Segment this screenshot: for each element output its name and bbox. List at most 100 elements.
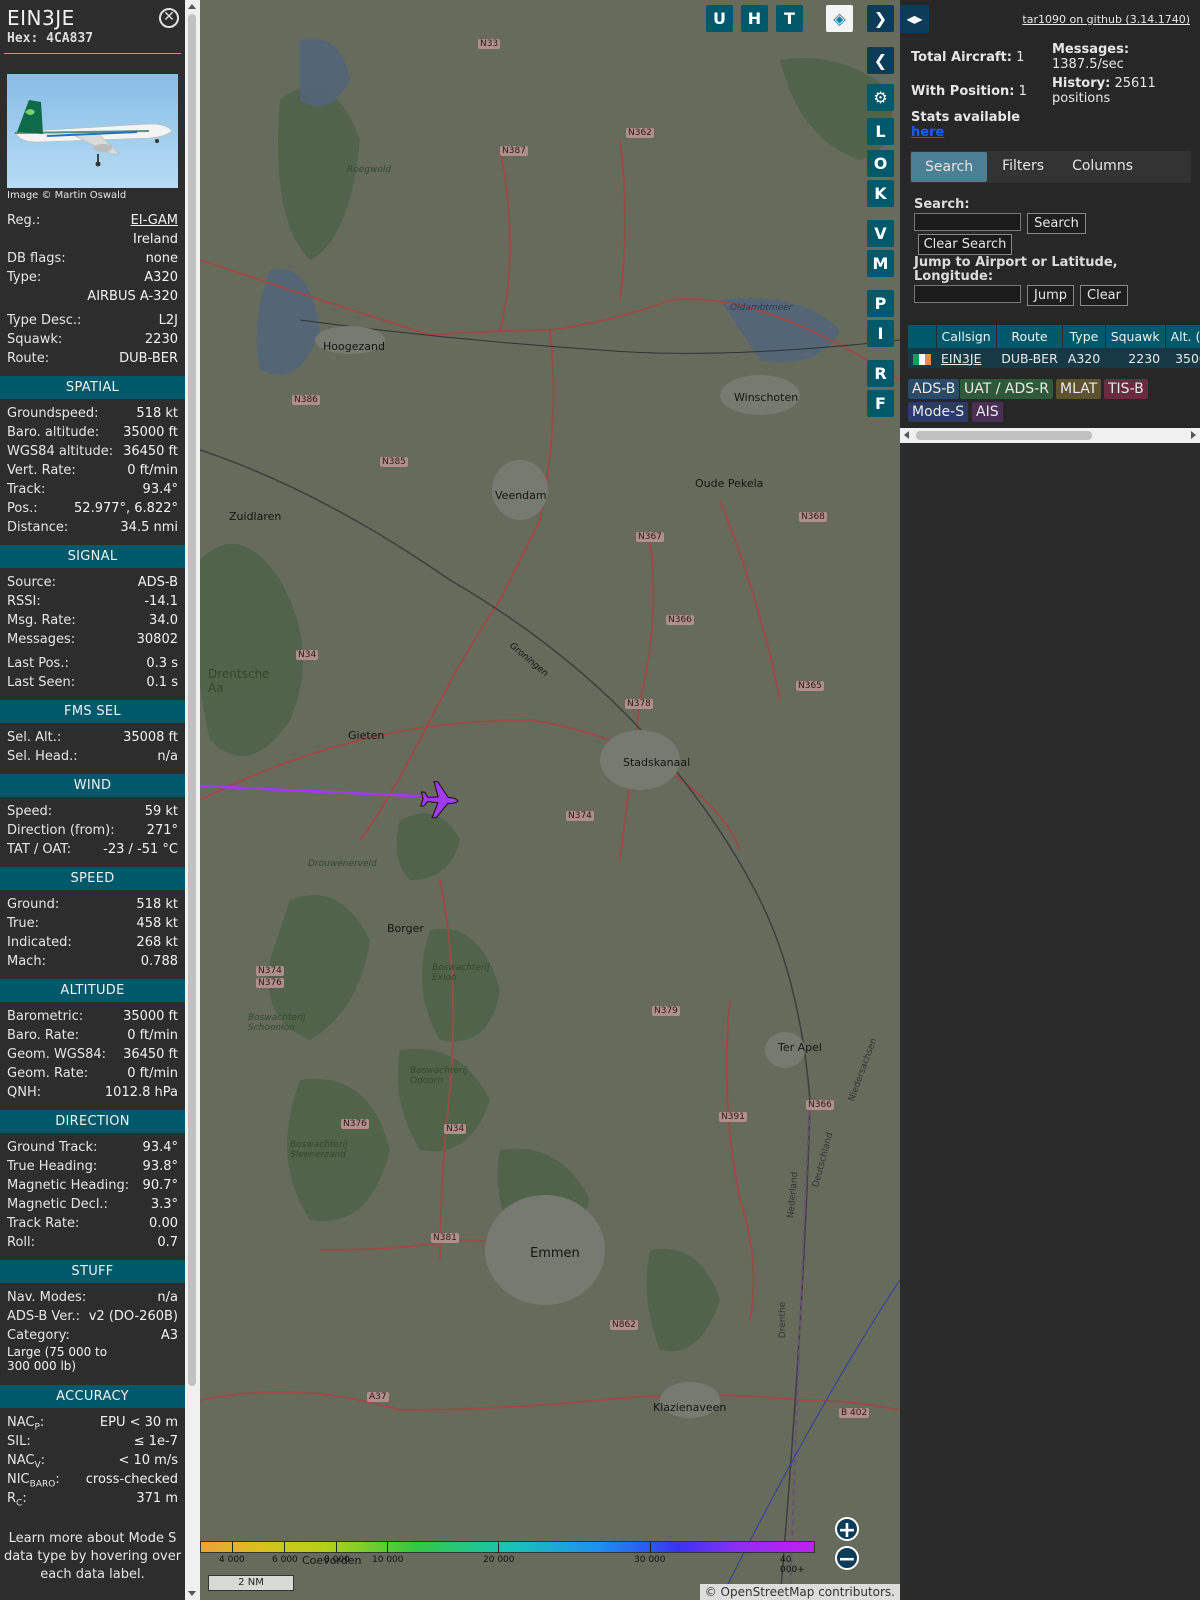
- search-input[interactable]: [914, 213, 1021, 231]
- hscroll-thumb[interactable]: [916, 431, 1092, 440]
- nacv-label[interactable]: NACV:: [7, 1451, 45, 1471]
- nacp-label[interactable]: NACP:: [7, 1413, 44, 1433]
- tab-search[interactable]: Search: [911, 152, 988, 182]
- fms-label[interactable]: Sel. Head.:: [7, 747, 78, 766]
- wind-label[interactable]: TAT / OAT:: [7, 840, 71, 859]
- section-spatial[interactable]: SPATIAL: [0, 376, 185, 399]
- search-button[interactable]: Search: [1027, 213, 1086, 234]
- direction-label[interactable]: Magnetic Decl.:: [7, 1195, 108, 1214]
- wind-label[interactable]: Direction (from):: [7, 821, 115, 840]
- rc-label[interactable]: RC:: [7, 1489, 27, 1509]
- spatial-label[interactable]: Vert. Rate:: [7, 461, 76, 480]
- stats-link[interactable]: here: [911, 125, 944, 140]
- row-callsign[interactable]: EIN3JE: [936, 348, 997, 368]
- signal-list: Source: ADS-B RSSI: -14.1 Msg. Rate: 34.0 Mess…: [0, 573, 185, 692]
- tab-filters[interactable]: Filters: [988, 151, 1058, 181]
- close-icon[interactable]: ✕: [159, 8, 179, 28]
- section-signal[interactable]: SIGNAL: [0, 545, 185, 568]
- map-button-v[interactable]: V: [867, 220, 894, 247]
- zoom-in-button[interactable]: +: [835, 1517, 859, 1542]
- direction-label[interactable]: True Heading:: [7, 1157, 97, 1176]
- jump-input[interactable]: [914, 285, 1021, 303]
- layers-icon[interactable]: ◈: [826, 5, 853, 32]
- aircraft-photo[interactable]: [7, 74, 178, 188]
- sil-label[interactable]: SIL:: [7, 1432, 31, 1451]
- map-button-u[interactable]: U: [706, 5, 733, 32]
- map-view[interactable]: Hoogezand Veendam Oude Pekela Zuidlaren …: [200, 0, 900, 1600]
- prev-aircraft-button[interactable]: ❮: [867, 47, 894, 74]
- signal-label[interactable]: Source:: [7, 573, 56, 592]
- direction-label[interactable]: Roll:: [7, 1233, 35, 1252]
- altitude-label[interactable]: Geom. WGS84:: [7, 1045, 106, 1064]
- wind-label[interactable]: Speed:: [7, 802, 52, 821]
- col-squawk[interactable]: Squawk: [1105, 325, 1166, 348]
- info-scrollbar[interactable]: [185, 0, 200, 1600]
- section-accuracy[interactable]: ACCURACY: [0, 1385, 185, 1408]
- direction-label[interactable]: Ground Track:: [7, 1138, 97, 1157]
- map-button-l[interactable]: L: [867, 118, 894, 145]
- zoom-out-button[interactable]: −: [835, 1546, 859, 1571]
- altitude-label[interactable]: Baro. Rate:: [7, 1026, 79, 1045]
- col-route[interactable]: Route: [996, 325, 1064, 348]
- section-stuff[interactable]: STUFF: [0, 1260, 185, 1283]
- col-callsign[interactable]: Callsign: [936, 325, 997, 348]
- reg-link[interactable]: EI-GAM: [131, 211, 178, 230]
- map-attribution[interactable]: © OpenStreetMap contributors.: [699, 1584, 900, 1600]
- map-button-p[interactable]: P: [867, 290, 894, 317]
- col-type[interactable]: Type: [1062, 325, 1106, 348]
- signal-label[interactable]: Last Seen:: [7, 673, 75, 692]
- map-button-m[interactable]: M: [867, 250, 894, 277]
- signal-label[interactable]: Msg. Rate:: [7, 611, 76, 630]
- jump-button[interactable]: Jump: [1027, 285, 1074, 306]
- clear-search-button[interactable]: Clear Search: [918, 234, 1012, 255]
- scroll-up-icon[interactable]: [188, 4, 196, 9]
- map-button-t[interactable]: T: [776, 5, 803, 32]
- map-button-f[interactable]: F: [867, 390, 894, 417]
- speed-label[interactable]: Indicated:: [7, 933, 72, 952]
- altitude-label[interactable]: QNH:: [7, 1083, 41, 1102]
- signal-label[interactable]: Messages:: [7, 630, 75, 649]
- direction-label[interactable]: Magnetic Heading:: [7, 1176, 129, 1195]
- section-fms[interactable]: FMS SEL: [0, 700, 185, 723]
- clear-button[interactable]: Clear: [1080, 285, 1128, 306]
- aircraft-photo-image: [14, 100, 173, 167]
- speed-label[interactable]: True:: [7, 914, 39, 933]
- spatial-label[interactable]: Baro. altitude:: [7, 423, 99, 442]
- map-button-o[interactable]: O: [867, 150, 894, 177]
- scroll-down-icon[interactable]: [188, 1591, 196, 1596]
- table-row[interactable]: EIN3JE DUB-BER A320 2230 35000: [908, 348, 1200, 368]
- col-altitude[interactable]: Alt. (ft): [1165, 325, 1200, 348]
- next-aircraft-button[interactable]: ❯: [867, 5, 894, 32]
- speed-label[interactable]: Ground:: [7, 895, 59, 914]
- map-button-i[interactable]: I: [867, 320, 894, 347]
- map-button-h[interactable]: H: [741, 5, 768, 32]
- direction-label[interactable]: Track Rate:: [7, 1214, 79, 1233]
- altitude-label[interactable]: Geom. Rate:: [7, 1064, 88, 1083]
- toggle-sidebar-button[interactable]: ◂▸: [900, 5, 929, 33]
- map-button-k[interactable]: K: [867, 180, 894, 207]
- scroll-right-icon[interactable]: [1191, 431, 1196, 439]
- altitude-label[interactable]: Barometric:: [7, 1007, 83, 1026]
- section-wind[interactable]: WIND: [0, 774, 185, 797]
- spatial-label[interactable]: Pos.:: [7, 499, 38, 518]
- settings-gear-icon[interactable]: ⚙: [867, 84, 894, 111]
- spatial-label[interactable]: Distance:: [7, 518, 68, 537]
- navmodes-row: Nav. Modes: n/a: [0, 1288, 185, 1307]
- speed-label[interactable]: Mach:: [7, 952, 46, 971]
- map-button-r[interactable]: R: [867, 360, 894, 387]
- fms-label[interactable]: Sel. Alt.:: [7, 728, 61, 747]
- github-link[interactable]: tar1090 on github (3.14.1740): [1022, 13, 1190, 26]
- scrollbar-thumb[interactable]: [188, 14, 196, 1386]
- signal-label[interactable]: Last Pos.:: [7, 654, 69, 673]
- tab-columns[interactable]: Columns: [1058, 151, 1147, 181]
- table-horizontal-scrollbar[interactable]: [900, 428, 1200, 443]
- nicbaro-label[interactable]: NICBARO:: [7, 1470, 60, 1490]
- signal-label[interactable]: RSSI:: [7, 592, 41, 611]
- scroll-left-icon[interactable]: [904, 431, 909, 439]
- section-direction[interactable]: DIRECTION: [0, 1110, 185, 1133]
- spatial-label[interactable]: Groundspeed:: [7, 404, 98, 423]
- section-speed[interactable]: SPEED: [0, 867, 185, 890]
- spatial-label[interactable]: WGS84 altitude:: [7, 442, 113, 461]
- spatial-label[interactable]: Track:: [7, 480, 45, 499]
- section-altitude[interactable]: ALTITUDE: [0, 979, 185, 1002]
